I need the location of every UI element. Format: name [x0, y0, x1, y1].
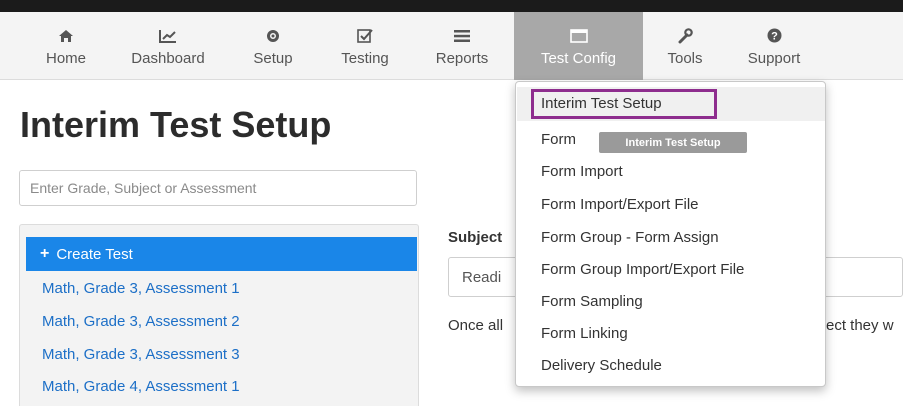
plus-icon: +	[40, 245, 50, 262]
subject-label: Subject	[448, 229, 503, 246]
nav-setup[interactable]: Setup	[243, 12, 303, 80]
menu-item-form-linking[interactable]: Form Linking	[541, 325, 628, 342]
nav-label: Dashboard	[131, 49, 205, 67]
nav-label: Reports	[435, 49, 489, 67]
svg-text:?: ?	[771, 31, 778, 43]
nav-testing[interactable]: Testing	[327, 12, 403, 80]
menu-item-form-import-export[interactable]: Form Import/Export File	[541, 196, 699, 213]
create-test-button[interactable]: + Create Test	[26, 237, 417, 271]
info-text-start: Once all	[448, 317, 504, 334]
list-item[interactable]: Math, Grade 3, Assessment 3	[42, 346, 240, 363]
nav-dashboard[interactable]: Dashboard	[118, 12, 218, 80]
list-item[interactable]: Math, Grade 3, Assessment 2	[42, 313, 240, 330]
menu-item-form-group-import-export[interactable]: Form Group Import/Export File	[541, 261, 744, 278]
nav-label: Home	[45, 49, 86, 67]
nav-support[interactable]: ? Support	[736, 12, 812, 80]
nav-label: Support	[747, 49, 801, 67]
nav-label: Tools	[667, 49, 703, 67]
search-input[interactable]	[19, 170, 417, 206]
menu-item-form-group-assign[interactable]: Form Group - Form Assign	[541, 229, 719, 246]
menu-item-form-sampling[interactable]: Form Sampling	[541, 293, 643, 310]
menu-item-form-import[interactable]: Form Import	[541, 163, 623, 180]
tooltip: Interim Test Setup	[599, 132, 747, 153]
info-text-end: ect they w	[826, 317, 894, 334]
gear-icon	[266, 26, 280, 46]
nav-label: Setup	[253, 49, 293, 67]
wrench-icon	[677, 26, 693, 46]
chart-line-icon	[159, 26, 177, 46]
nav-tools[interactable]: Tools	[655, 12, 715, 80]
nav-test-config[interactable]: Test Config	[514, 12, 643, 80]
subject-select-value: Readi	[462, 268, 502, 286]
annotation-highlight	[531, 89, 717, 119]
nav-reports[interactable]: Reports	[422, 12, 502, 80]
page-title: Interim Test Setup	[20, 104, 332, 145]
nav-home[interactable]: Home	[34, 12, 98, 80]
list-item[interactable]: Math, Grade 4, Assessment 1	[42, 378, 240, 395]
list-icon	[453, 26, 471, 46]
menu-item-delivery-schedule[interactable]: Delivery Schedule	[541, 357, 662, 374]
top-strip	[0, 0, 903, 12]
main-navbar: Home Dashboard Setup Testing Reports Tes…	[0, 12, 903, 80]
nav-label: Test Config	[540, 49, 617, 67]
question-circle-icon: ?	[767, 26, 782, 46]
menu-item-form[interactable]: Form	[541, 131, 576, 148]
list-item[interactable]: Math, Grade 3, Assessment 1	[42, 280, 240, 297]
checkbox-icon	[357, 26, 373, 46]
home-icon	[58, 26, 74, 46]
window-icon	[569, 26, 588, 46]
create-test-label: Create Test	[56, 245, 133, 263]
nav-label: Testing	[341, 49, 389, 67]
